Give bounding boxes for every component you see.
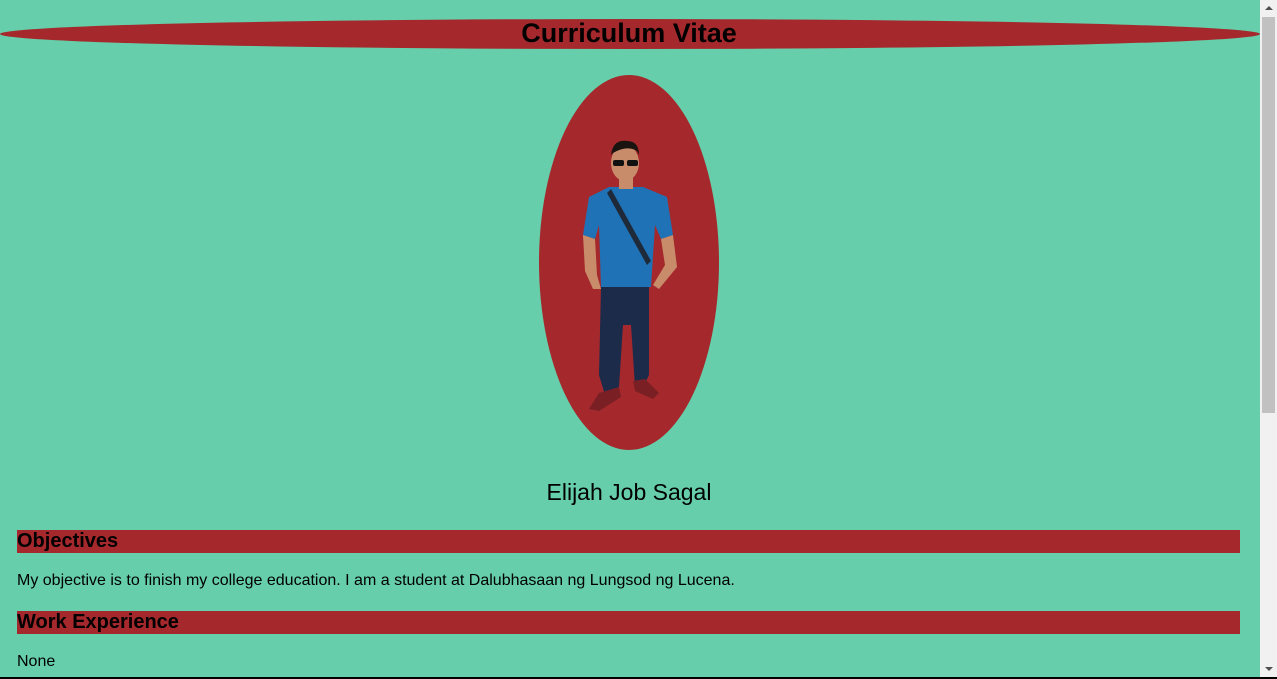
objectives-text: My objective is to finish my college edu… xyxy=(17,572,735,589)
work-experience-heading: Work Experience xyxy=(17,611,179,633)
person-photo-icon xyxy=(583,140,677,411)
objectives-heading: Objectives xyxy=(17,530,119,552)
scroll-down-arrow-icon[interactable] xyxy=(1260,660,1277,677)
profile-name: Elijah Job Sagal xyxy=(546,479,712,505)
cv-page: Curriculum Vitae Elijah Job Sagal Object… xyxy=(0,0,1260,677)
scroll-thumb[interactable] xyxy=(1262,17,1275,413)
page-title: Curriculum Vitae xyxy=(521,18,737,48)
profile-photo xyxy=(539,75,719,450)
work-experience-text: None xyxy=(17,653,56,670)
objectives-heading-bar: Objectives xyxy=(17,530,1240,553)
vertical-scrollbar[interactable] xyxy=(1260,0,1277,677)
scroll-up-arrow-icon[interactable] xyxy=(1260,0,1277,17)
work-experience-heading-bar: Work Experience xyxy=(17,611,1240,634)
